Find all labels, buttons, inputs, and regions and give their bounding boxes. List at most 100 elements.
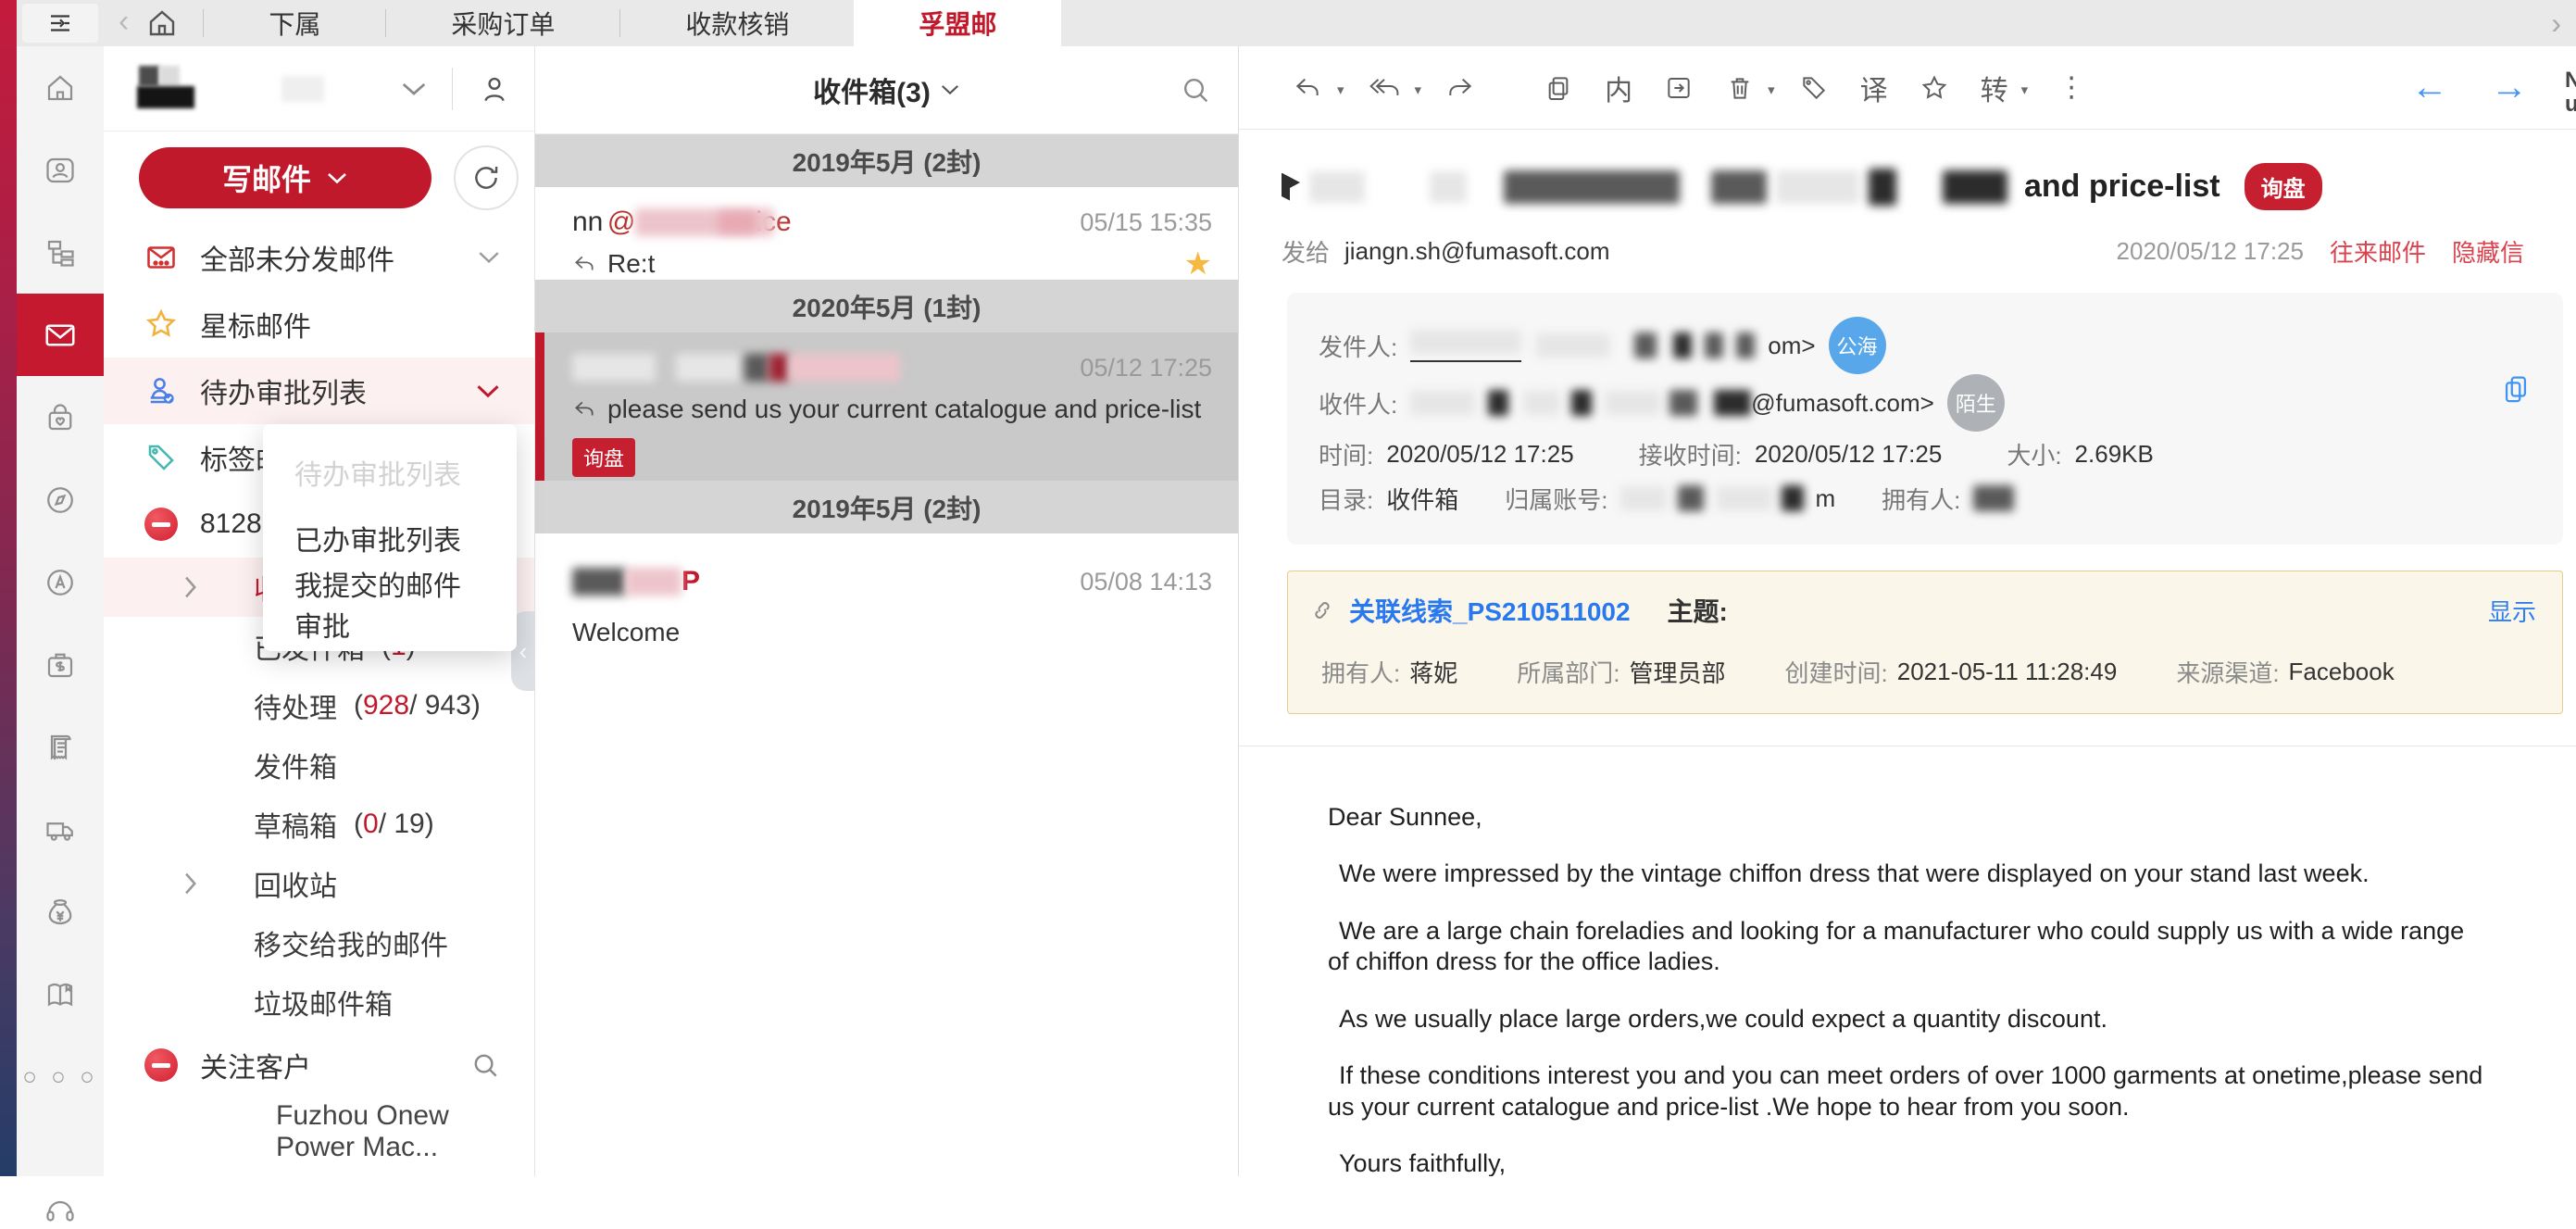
search-icon[interactable] <box>469 1049 501 1081</box>
folder-trash[interactable]: 回收站 <box>104 854 534 913</box>
translate-button[interactable]: 译 <box>1860 68 1888 108</box>
clue-owner-value: 蒋妮 <box>1409 655 1457 689</box>
more-actions-button[interactable]: ⋮ <box>2057 71 2085 104</box>
folder-outbox[interactable]: 发件箱 <box>104 735 534 795</box>
folder-drafts[interactable]: 草稿箱 (0/ 19) <box>104 795 534 854</box>
rail-assistant[interactable] <box>17 541 104 623</box>
clue-show-link[interactable]: 显示 <box>2488 594 2536 628</box>
tag-button[interactable] <box>1799 73 1829 103</box>
tab-scroll-right-icon[interactable]: › <box>2551 6 2561 41</box>
collapse-menu-button[interactable] <box>22 4 98 43</box>
move-to-folder-button[interactable] <box>1664 73 1694 103</box>
directory-label: 目录: <box>1319 482 1373 516</box>
rail-home[interactable] <box>17 46 104 129</box>
account-switch-chevron-icon[interactable] <box>400 81 428 97</box>
account-label: 归属账号: <box>1505 482 1607 516</box>
folder-starred[interactable]: 星标邮件 <box>104 291 534 357</box>
inquiry-badge: 询盘 <box>2245 163 2322 210</box>
menu-item-done-approvals[interactable]: 已办审批列表 <box>263 505 517 571</box>
reply-all-caret-icon[interactable]: ▾ <box>1415 82 1422 98</box>
menu-item-pending-approvals[interactable]: 待办审批列表 <box>263 439 517 505</box>
forward-button[interactable] <box>1445 73 1475 103</box>
rail-contacts[interactable] <box>17 129 104 211</box>
rail-invoices[interactable] <box>17 706 104 788</box>
redacted-block <box>1571 390 1592 416</box>
tab-payment-writeoff[interactable]: 收款核销 <box>620 0 854 46</box>
transfer-caret-icon[interactable]: ▾ <box>2021 82 2029 98</box>
from-fragment: om> <box>1768 332 1815 360</box>
search-icon[interactable] <box>1179 73 1212 107</box>
mail-row[interactable]: P 05/08 14:13 Welcome <box>535 533 1238 654</box>
customer-item[interactable]: Fuzhou Onew Power Mac... <box>104 1098 534 1165</box>
folder-pending[interactable]: 待处理 (928/ 943) <box>104 676 534 735</box>
correspondence-link[interactable]: 往来邮件 <box>2330 234 2426 269</box>
recv-time-label: 接收时间: <box>1639 437 1742 471</box>
folder-junk[interactable]: 垃圾邮件箱 <box>104 972 534 1032</box>
clue-created-value: 2021-05-11 11:28:49 <box>1897 658 2118 686</box>
module-rail: ○ ○ ○ <box>17 46 104 1176</box>
owner-label: 拥有人: <box>1882 482 1960 516</box>
chevron-down-icon[interactable] <box>477 250 501 265</box>
redacted-block <box>1776 170 1859 204</box>
copy-mail-button[interactable] <box>1544 73 1573 103</box>
internal-forward-button[interactable]: 内 <box>1605 68 1632 108</box>
book-icon <box>44 978 77 1011</box>
folder-unassigned[interactable]: 全部未分发邮件 <box>104 224 534 291</box>
rail-shipping[interactable] <box>17 788 104 871</box>
reply-all-button[interactable] <box>1369 73 1400 103</box>
chevron-right-icon[interactable] <box>181 872 198 896</box>
rail-finance-case[interactable] <box>17 623 104 706</box>
folder-count: (928/ 943) <box>354 690 481 721</box>
related-clue-link[interactable]: 关联线索_PS210511002 <box>1349 592 1631 629</box>
copy-address-icon[interactable] <box>2500 372 2532 404</box>
compose-button[interactable]: 写邮件 <box>139 147 431 208</box>
menu-item-my-submitted[interactable]: 我提交的邮件审批 <box>263 571 517 636</box>
rail-mail-active[interactable] <box>17 294 104 376</box>
mail-row[interactable]: nn @ ice 05/15 15:35 Re:t ★ <box>535 187 1238 280</box>
account-header <box>104 46 534 132</box>
tab-fumail-active[interactable]: 孚盟邮 <box>854 0 1061 46</box>
stranger-badge[interactable]: 陌生 <box>1947 374 2005 432</box>
sent-to-address: jiangn.sh@fumasoft.com <box>1344 237 1610 266</box>
redacted-block <box>626 568 682 596</box>
transfer-button[interactable]: 转 <box>1981 68 2008 108</box>
reply-caret-icon[interactable]: ▾ <box>1337 82 1344 98</box>
public-pool-badge[interactable]: 公海 <box>1829 317 1886 374</box>
inbox-title[interactable]: 收件箱(3) <box>813 69 931 110</box>
subject-fragment: and price-list <box>2024 169 2220 205</box>
back-chevron-icon[interactable]: ‹ <box>119 4 129 40</box>
rail-more[interactable]: ○ ○ ○ <box>17 1035 104 1118</box>
mail-row-selected[interactable]: 05/12 17:25 please send us your current … <box>535 332 1238 481</box>
next-mail-button[interactable]: → <box>2491 67 2528 108</box>
folder-transferred[interactable]: 移交给我的邮件 <box>104 913 534 972</box>
clue-source-label: 来源渠道: <box>2176 655 2279 689</box>
tab-subordinates[interactable]: 下属 <box>204 0 385 46</box>
home-icon[interactable] <box>145 6 179 40</box>
refresh-button[interactable] <box>454 145 519 210</box>
tab-purchase-orders[interactable]: 采购订单 <box>386 0 619 46</box>
compass-icon <box>44 483 77 517</box>
body-paragraph: If these conditions interest you and you… <box>1328 1060 2485 1122</box>
redacted-block <box>1669 390 1697 416</box>
chevron-down-icon[interactable] <box>940 83 960 96</box>
rail-org[interactable] <box>17 211 104 294</box>
star-filled-icon[interactable]: ★ <box>1184 245 1212 282</box>
circle-a-icon <box>44 566 77 599</box>
profile-icon[interactable] <box>477 71 512 107</box>
star-button[interactable] <box>1919 73 1949 103</box>
rail-knowledge[interactable] <box>17 953 104 1035</box>
rail-explore[interactable] <box>17 458 104 541</box>
hide-header-link[interactable]: 隐藏信 <box>2452 234 2524 269</box>
folder-approval-list[interactable]: 待办审批列表 <box>104 357 534 424</box>
delete-button[interactable] <box>1725 73 1755 103</box>
rail-products[interactable] <box>17 376 104 458</box>
rail-support[interactable] <box>17 1118 104 1229</box>
rail-funds[interactable] <box>17 871 104 953</box>
reply-button[interactable] <box>1293 73 1322 103</box>
delete-caret-icon[interactable]: ▾ <box>1768 82 1775 98</box>
chevron-right-icon[interactable] <box>181 575 198 599</box>
previous-mail-button[interactable]: ← <box>2411 67 2448 108</box>
folder-followed-customers[interactable]: 关注客户 <box>104 1032 534 1098</box>
chevron-down-red-icon[interactable] <box>475 383 501 399</box>
meta-time-row: 时间: 2020/05/12 17:25 接收时间: 2020/05/12 17… <box>1319 432 2532 476</box>
